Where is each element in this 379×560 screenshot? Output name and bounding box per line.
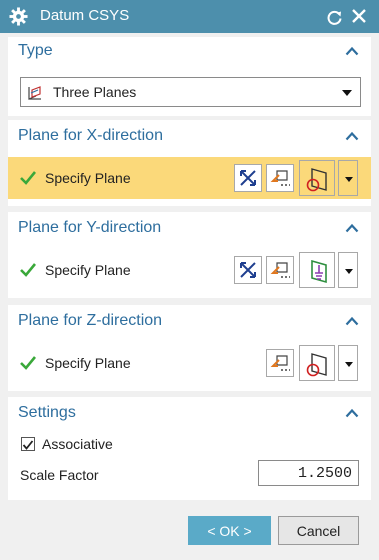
y-inferred-plane-button[interactable] xyxy=(266,256,294,284)
type-section-title: Type xyxy=(18,42,53,59)
x-section-title: Plane for X-direction xyxy=(18,127,163,144)
check-icon xyxy=(20,356,36,370)
three-planes-icon xyxy=(28,86,41,100)
chevron-down-icon xyxy=(345,269,353,274)
gear-icon[interactable] xyxy=(9,7,28,26)
check-icon xyxy=(20,263,36,277)
plane-icon xyxy=(306,353,327,377)
type-section: Type Three Planes xyxy=(8,37,371,116)
x-plane-dropdown[interactable] xyxy=(338,160,358,196)
z-specify-plane-label: Specify Plane xyxy=(45,355,131,371)
plane-icon xyxy=(306,168,327,192)
reset-icon[interactable] xyxy=(327,9,343,25)
type-dropdown[interactable]: Three Planes xyxy=(20,77,361,107)
z-plane-dropdown[interactable] xyxy=(338,345,358,381)
y-direction-section: Plane for Y-direction Specify Plane xyxy=(8,212,371,298)
associative-label: Associative xyxy=(42,436,113,452)
cancel-button[interactable]: Cancel xyxy=(278,516,359,545)
ok-button[interactable]: < OK > xyxy=(188,516,271,545)
reverse-direction-icon xyxy=(240,262,256,278)
check-icon xyxy=(20,171,36,185)
x-reverse-direction-button[interactable] xyxy=(234,164,262,192)
x-plane-selector-button[interactable] xyxy=(299,160,335,196)
y-plane-dropdown[interactable] xyxy=(338,252,358,288)
collapse-caret-icon[interactable] xyxy=(345,46,359,56)
inferred-plane-icon xyxy=(270,355,290,371)
y-section-title: Plane for Y-direction xyxy=(18,219,162,236)
z-inferred-plane-button[interactable] xyxy=(266,349,294,377)
chevron-down-icon xyxy=(345,362,353,367)
inferred-plane-icon xyxy=(270,262,290,278)
type-selected-value: Three Planes xyxy=(53,84,137,100)
plane-icon xyxy=(311,259,327,284)
chevron-down-icon xyxy=(342,90,352,96)
z-plane-selector-button[interactable] xyxy=(299,345,335,381)
associative-checkbox[interactable] xyxy=(21,437,35,451)
z-section-title: Plane for Z-direction xyxy=(18,312,163,329)
y-specify-plane-label: Specify Plane xyxy=(45,262,131,278)
title-bar: Datum CSYS xyxy=(0,0,379,33)
scale-factor-label: Scale Factor xyxy=(20,467,99,483)
x-specify-plane-label: Specify Plane xyxy=(45,170,131,186)
scale-factor-input[interactable] xyxy=(258,460,359,486)
checkmark-icon xyxy=(22,440,34,450)
y-reverse-direction-button[interactable] xyxy=(234,256,262,284)
reverse-direction-icon xyxy=(240,170,256,186)
x-inferred-plane-button[interactable] xyxy=(266,164,294,192)
inferred-plane-icon xyxy=(270,170,290,186)
settings-section-title: Settings xyxy=(18,404,76,421)
collapse-caret-icon[interactable] xyxy=(345,316,359,326)
window-title: Datum CSYS xyxy=(40,7,130,24)
z-direction-section: Plane for Z-direction Specify Plane xyxy=(8,305,371,391)
x-direction-section: Plane for X-direction Specify Plane xyxy=(8,120,371,206)
collapse-caret-icon[interactable] xyxy=(345,131,359,141)
collapse-caret-icon[interactable] xyxy=(345,223,359,233)
dialog-footer: < OK > Cancel xyxy=(0,506,379,560)
settings-section: Settings Associative Scale Factor xyxy=(8,397,371,500)
y-plane-selector-button[interactable] xyxy=(299,252,335,288)
chevron-down-icon xyxy=(345,177,353,182)
collapse-caret-icon[interactable] xyxy=(345,408,359,418)
close-icon[interactable] xyxy=(351,8,367,24)
